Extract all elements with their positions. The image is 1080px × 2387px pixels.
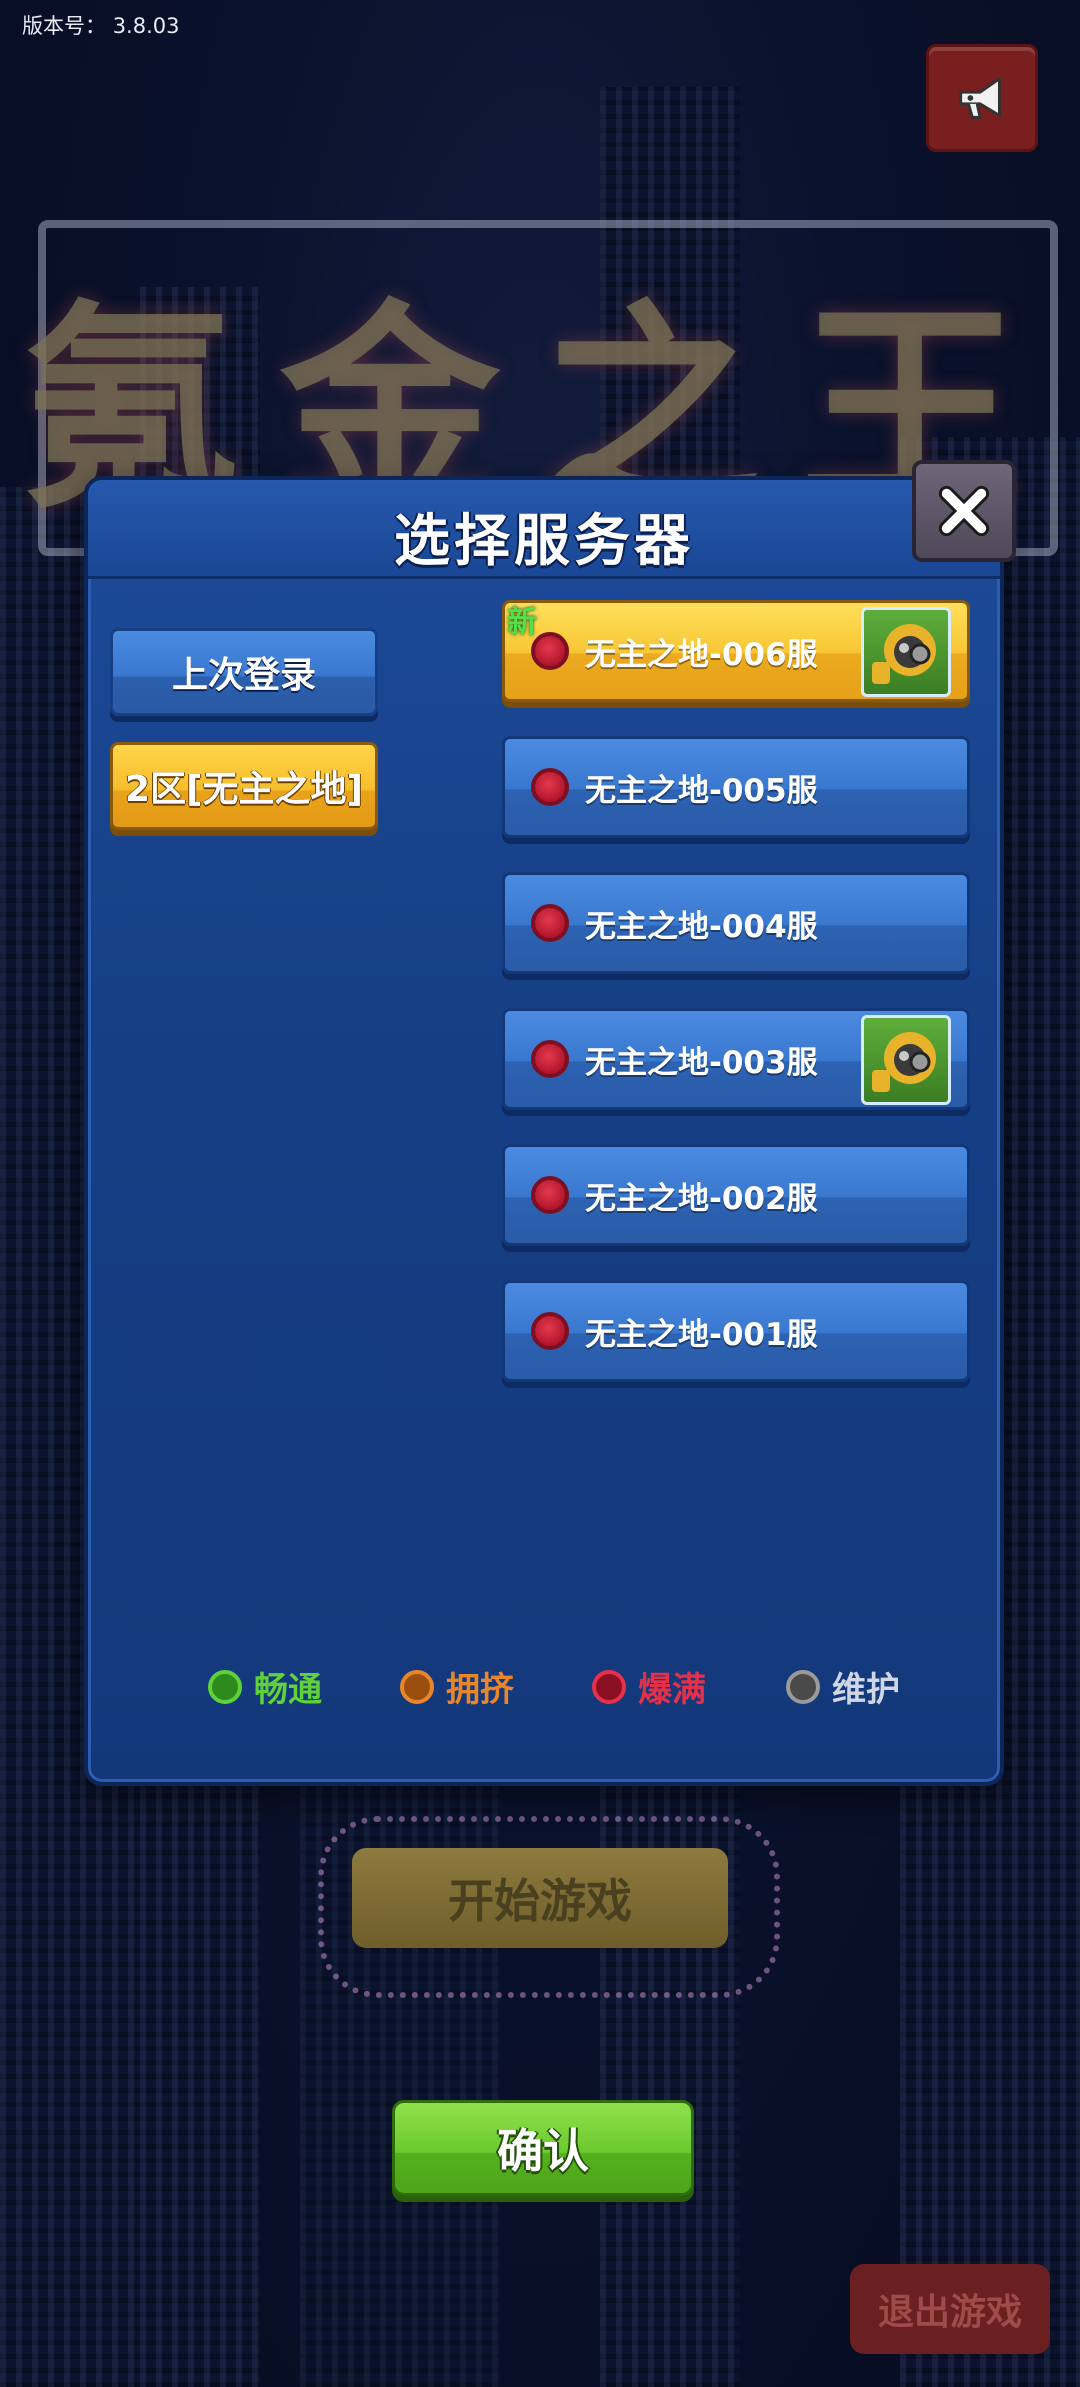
confirm-button[interactable]: 确认 — [392, 2100, 694, 2196]
status-crowded-dot — [400, 1669, 434, 1704]
legend-crowded: 拥挤 — [400, 1662, 514, 1711]
status-full-dot — [531, 1040, 569, 1078]
status-full-dot — [531, 1312, 569, 1350]
legend-smooth: 畅通 — [208, 1662, 322, 1711]
server-name: 无主之地-005服 — [585, 772, 818, 809]
server-name: 无主之地-006服 — [585, 636, 818, 673]
server-item-003[interactable]: 无主之地-003服 — [502, 1008, 970, 1110]
player-avatar — [861, 607, 951, 697]
server-name: 无主之地-001服 — [585, 1316, 818, 1353]
version-text: 版本号： 3.8.03 — [22, 10, 179, 40]
server-name: 无主之地-004服 — [585, 908, 818, 945]
legend-label: 爆满 — [638, 1670, 706, 1710]
start-game-button[interactable]: 开始游戏 — [352, 1848, 728, 1948]
announcement-button[interactable] — [926, 44, 1038, 152]
legend-full: 爆满 — [592, 1662, 706, 1711]
tab-last-login[interactable]: 上次登录 — [110, 628, 378, 716]
server-name: 无主之地-003服 — [585, 1044, 818, 1081]
dialog-header: 选择服务器 — [88, 480, 1000, 579]
server-name: 无主之地-002服 — [585, 1180, 818, 1217]
legend-label: 畅通 — [254, 1670, 322, 1710]
player-avatar — [861, 1015, 951, 1105]
server-item-005[interactable]: 无主之地-005服 — [502, 736, 970, 838]
close-button[interactable] — [912, 460, 1016, 562]
megaphone-icon — [959, 77, 1001, 119]
status-full-dot — [531, 1176, 569, 1214]
tab-zone-2[interactable]: 2区[无主之地] — [110, 742, 378, 830]
close-icon — [938, 485, 990, 537]
status-full-dot — [531, 904, 569, 942]
legend-maintenance: 维护 — [786, 1662, 900, 1711]
server-item-001[interactable]: 无主之地-001服 — [502, 1280, 970, 1382]
status-full-dot — [531, 768, 569, 806]
server-item-004[interactable]: 无主之地-004服 — [502, 872, 970, 974]
legend-label: 拥挤 — [446, 1670, 514, 1710]
server-item-006[interactable]: 无主之地-006服 新 — [502, 600, 970, 702]
new-badge: 新 — [507, 605, 537, 640]
quit-game-button[interactable]: 退出游戏 — [850, 2264, 1050, 2354]
server-item-002[interactable]: 无主之地-002服 — [502, 1144, 970, 1246]
status-maintenance-dot — [786, 1669, 820, 1704]
status-full-dot — [592, 1669, 626, 1704]
version-label: 版本号： — [22, 14, 106, 38]
version-value: 3.8.03 — [112, 14, 180, 38]
dialog-title: 选择服务器 — [394, 509, 694, 574]
status-smooth-dot — [208, 1669, 242, 1704]
legend-label: 维护 — [832, 1670, 900, 1710]
